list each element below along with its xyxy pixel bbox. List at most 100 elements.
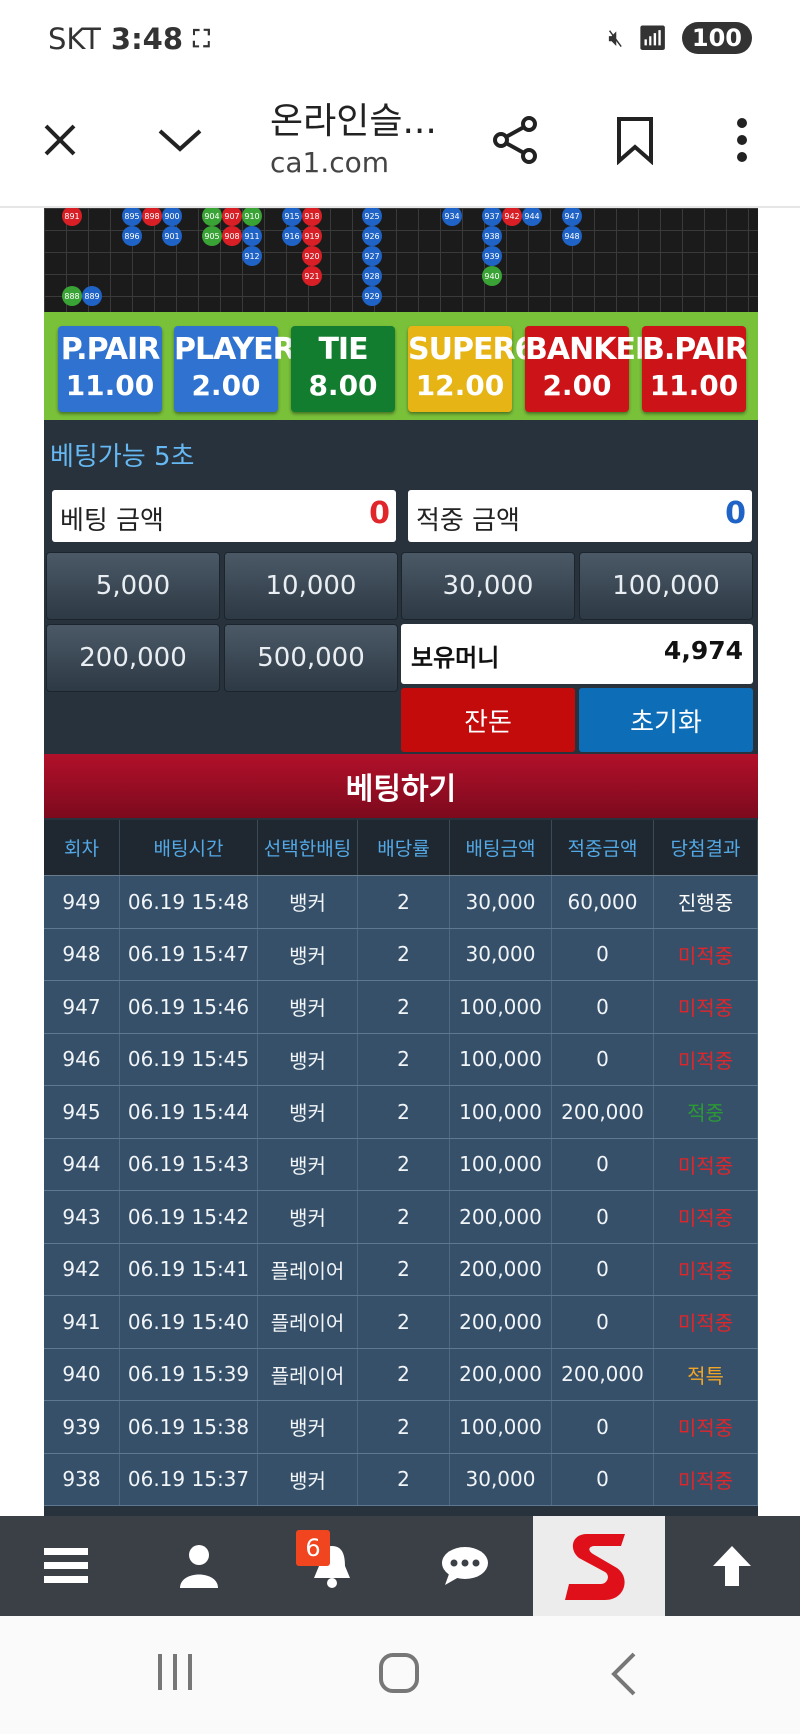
odds-cell: 2	[358, 1401, 450, 1453]
back-icon[interactable]	[608, 1652, 638, 1700]
result-cell: 미적중	[654, 981, 758, 1033]
bead: 916	[282, 226, 302, 246]
round-cell: 946	[44, 1033, 120, 1085]
place-bet-button[interactable]: 베팅하기	[44, 754, 758, 818]
bet-option-b-pair[interactable]: B.PAIR 11.00	[642, 326, 748, 412]
recent-apps-icon[interactable]	[155, 1652, 195, 1696]
column-header: 적중금액	[552, 820, 654, 875]
bet-option-odds: 2.00	[191, 369, 261, 402]
chip-30000-button[interactable]: 30,000	[401, 552, 575, 620]
bead: 934	[442, 208, 462, 226]
round-cell: 943	[44, 1191, 120, 1243]
win-amount-cell: 0	[552, 1191, 654, 1243]
bet-amount-cell: 100,000	[450, 1138, 552, 1190]
bet-amount-cell: 30,000	[450, 928, 552, 980]
chip-100000-button[interactable]: 100,000	[579, 552, 753, 620]
reset-button[interactable]: 초기화	[579, 688, 753, 752]
selection-cell: 플레이어	[258, 1348, 358, 1400]
column-header: 배팅금액	[450, 820, 552, 875]
more-menu-icon[interactable]	[712, 110, 772, 170]
selection-cell: 뱅커	[258, 876, 358, 928]
bet-amount-cell: 100,000	[450, 1033, 552, 1085]
page-title: 온라인슬...	[270, 101, 437, 142]
round-cell: 945	[44, 1086, 120, 1138]
bet-option-odds: 12.00	[415, 369, 505, 402]
time-cell: 06.19 15:38	[120, 1401, 258, 1453]
selection-cell: 뱅커	[258, 1086, 358, 1138]
win-amount-cell: 0	[552, 1401, 654, 1453]
odds-cell: 2	[358, 1348, 450, 1400]
result-cell: 미적중	[654, 928, 758, 980]
home-icon[interactable]	[378, 1652, 420, 1698]
chip-500000-button[interactable]: 500,000	[224, 624, 398, 692]
bead: 938	[482, 226, 502, 246]
bet-amount-cell: 200,000	[450, 1243, 552, 1295]
site-logo[interactable]	[533, 1516, 665, 1616]
balance-button[interactable]: 잔돈	[401, 688, 575, 752]
selection-cell: 뱅커	[258, 1138, 358, 1190]
result-cell: 진행중	[654, 876, 758, 928]
column-header: 배팅시간	[120, 820, 258, 875]
chip-10000-button[interactable]: 10,000	[224, 552, 398, 620]
bead: 937	[482, 208, 502, 226]
bet-option-tie[interactable]: TIE 8.00	[291, 326, 395, 412]
browser-toolbar: 온라인슬... ca1.com	[0, 80, 800, 208]
clock: 3:48	[110, 22, 184, 56]
selection-cell: 뱅커	[258, 928, 358, 980]
mute-icon: 🔇︎	[608, 24, 624, 52]
bead: 910	[242, 208, 262, 226]
bottom-nav	[0, 1516, 800, 1616]
scroll-top-icon[interactable]	[666, 1516, 798, 1616]
battery-indicator: 100	[681, 22, 752, 54]
share-icon[interactable]	[486, 110, 546, 170]
odds-cell: 2	[358, 1296, 450, 1348]
win-amount-cell: 0	[552, 1296, 654, 1348]
selection-cell: 뱅커	[258, 1453, 358, 1505]
bead: 948	[562, 226, 582, 246]
column-header: 선택한배팅	[258, 820, 358, 875]
odds-cell: 2	[358, 1086, 450, 1138]
table-row: 949 06.19 15:48 뱅커 2 30,000 60,000 진행중	[44, 876, 758, 929]
bead: 907	[222, 208, 242, 226]
bet-option-name: PLAYER	[174, 332, 296, 367]
bet-option-odds: 8.00	[308, 369, 378, 402]
wallet-label: 보유머니	[411, 644, 500, 672]
close-icon[interactable]	[30, 110, 90, 170]
url-label[interactable]: ca1.com	[270, 146, 389, 179]
bead: 942	[502, 208, 522, 226]
time-cell: 06.19 15:43	[120, 1138, 258, 1190]
selection-cell: 뱅커	[258, 1033, 358, 1085]
chevron-down-icon[interactable]	[150, 110, 210, 170]
result-cell: 적중	[654, 1086, 758, 1138]
round-cell: 940	[44, 1348, 120, 1400]
bet-amount-cell: 100,000	[450, 981, 552, 1033]
bell-icon[interactable]	[266, 1516, 398, 1616]
bet-option-odds: 11.00	[65, 369, 155, 402]
bead: 944	[522, 208, 542, 226]
table-row: 943 06.19 15:42 뱅커 2 200,000 0 미적중	[44, 1191, 758, 1244]
chip-5000-button[interactable]: 5,000	[46, 552, 220, 620]
bead: 900	[162, 208, 182, 226]
win-amount-cell: 200,000	[552, 1348, 654, 1400]
wallet-value: 4,974	[663, 636, 743, 665]
bead: 896	[122, 226, 142, 246]
bead: 925	[362, 208, 382, 226]
round-cell: 941	[44, 1296, 120, 1348]
bet-option-p-pair[interactable]: P.PAIR 11.00	[58, 326, 162, 412]
screenshot-icon: ⛶	[193, 25, 210, 53]
user-icon[interactable]	[133, 1516, 265, 1616]
chat-icon[interactable]	[399, 1516, 531, 1616]
win-amount-label: 적중 금액	[416, 506, 520, 536]
menu-icon[interactable]	[0, 1516, 132, 1616]
bet-amount-cell: 30,000	[450, 876, 552, 928]
win-amount-cell: 0	[552, 1243, 654, 1295]
bookmark-icon[interactable]	[605, 110, 665, 170]
bet-option-banker[interactable]: BANKER 2.00	[525, 326, 658, 412]
bet-option-super6[interactable]: SUPER6 12.00	[408, 326, 535, 412]
bet-option-player[interactable]: PLAYER 2.00	[174, 326, 296, 412]
chip-200000-button[interactable]: 200,000	[46, 624, 220, 692]
bead: 926	[362, 226, 382, 246]
round-cell: 938	[44, 1453, 120, 1505]
round-cell: 948	[44, 928, 120, 980]
bet-amount-cell: 200,000	[450, 1191, 552, 1243]
